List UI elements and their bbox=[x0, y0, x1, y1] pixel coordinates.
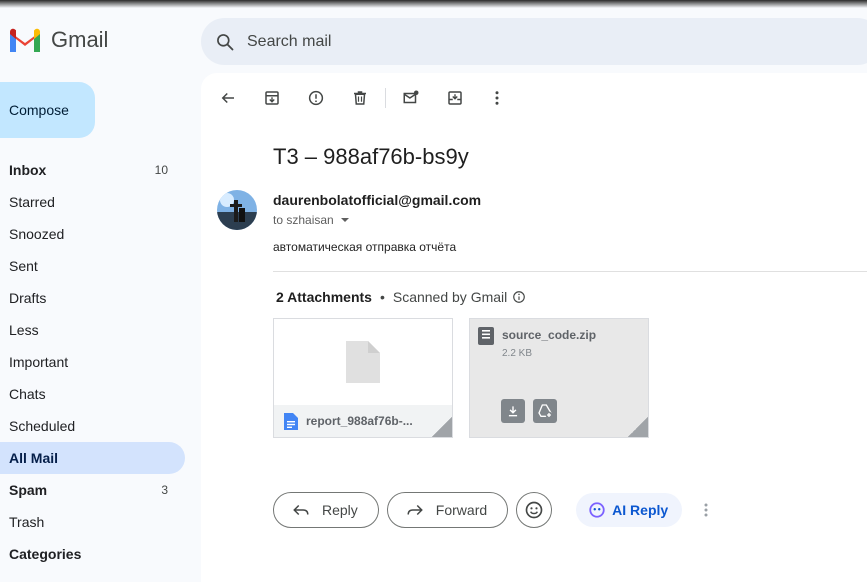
back-arrow-icon bbox=[221, 92, 234, 104]
email-subject: T3 – 988af76b-bs9y bbox=[273, 144, 469, 169]
separator-dot: • bbox=[379, 289, 385, 305]
reply-label: Reply bbox=[322, 502, 358, 518]
attachments-divider bbox=[273, 271, 867, 272]
more-options-button[interactable] bbox=[484, 85, 510, 111]
search-bar[interactable] bbox=[201, 18, 867, 65]
attachment-card-zip[interactable]: source_code.zip 2.2 KB bbox=[469, 318, 649, 438]
forward-icon bbox=[406, 503, 424, 517]
emoji-reaction-button[interactable] bbox=[516, 492, 553, 528]
attachment-name: report_988af76b-... bbox=[306, 414, 413, 428]
more-actions-button[interactable] bbox=[700, 498, 712, 522]
emoji-icon bbox=[525, 501, 543, 519]
sender-avatar[interactable] bbox=[217, 190, 257, 230]
search-icon[interactable] bbox=[213, 30, 237, 54]
attachments-count: 2 Attachments bbox=[276, 289, 372, 305]
reply-icon bbox=[292, 503, 310, 517]
scan-label: Scanned by Gmail bbox=[392, 289, 508, 305]
nav-item-scheduled[interactable]: Scheduled bbox=[0, 410, 185, 442]
compose-button[interactable]: Compose bbox=[0, 82, 95, 138]
docs-icon bbox=[284, 412, 298, 430]
delete-button[interactable] bbox=[347, 85, 373, 111]
report-spam-icon bbox=[308, 90, 324, 106]
add-to-drive-icon bbox=[538, 404, 553, 419]
ai-reply-button[interactable]: AI Reply bbox=[576, 493, 683, 527]
mark-unread-icon bbox=[403, 90, 419, 104]
chevron-down-icon[interactable] bbox=[340, 215, 350, 225]
nav-item-count: 3 bbox=[161, 483, 168, 497]
sender-email[interactable]: daurenbolatofficial@gmail.com bbox=[273, 192, 481, 208]
move-to-icon bbox=[448, 91, 462, 105]
toolbar-divider bbox=[385, 88, 386, 108]
nav-item-label: Drafts bbox=[9, 290, 47, 306]
download-button[interactable] bbox=[501, 399, 525, 423]
forward-label: Forward bbox=[435, 502, 488, 518]
message-toolbar bbox=[215, 85, 510, 111]
nav-item-categories[interactable]: Categories bbox=[0, 538, 185, 570]
more-vert-icon bbox=[495, 91, 499, 105]
nav-item-starred[interactable]: Starred bbox=[0, 186, 185, 218]
nav-item-label: All Mail bbox=[9, 450, 59, 466]
reply-button[interactable]: Reply bbox=[273, 492, 379, 528]
ai-reply-label: AI Reply bbox=[612, 502, 669, 518]
recipient-text: to szhaisan bbox=[273, 213, 334, 227]
sidebar-nav: Inbox 10 Starred Snoozed Sent Drafts Less Impor… bbox=[0, 154, 190, 570]
nav-item-label: Chats bbox=[9, 386, 46, 402]
nav-item-label: Spam bbox=[9, 482, 48, 498]
folded-corner bbox=[628, 417, 648, 437]
attachment-card-report[interactable]: report_988af76b-... bbox=[273, 318, 453, 438]
ai-reply-icon bbox=[588, 501, 606, 519]
report-spam-button[interactable] bbox=[303, 85, 329, 111]
gmail-wordmark: Gmail bbox=[51, 27, 109, 52]
nav-item-sent[interactable]: Sent bbox=[0, 250, 185, 282]
back-button[interactable] bbox=[215, 85, 241, 111]
folded-corner bbox=[432, 417, 452, 437]
more-vert-icon bbox=[704, 503, 708, 517]
file-placeholder-icon bbox=[346, 341, 380, 383]
gmail-m-icon bbox=[10, 28, 40, 52]
nav-item-label: Trash bbox=[9, 514, 45, 530]
info-icon[interactable] bbox=[512, 290, 526, 304]
nav-item-drafts[interactable]: Drafts bbox=[0, 282, 185, 314]
search-input[interactable] bbox=[247, 32, 647, 51]
attachment-preview bbox=[274, 319, 452, 405]
zip-file-icon bbox=[478, 327, 494, 350]
nav-item-inbox[interactable]: Inbox 10 bbox=[0, 154, 185, 186]
gmail-logo[interactable]: Gmail bbox=[8, 26, 108, 54]
nav-item-all-mail[interactable]: All Mail bbox=[0, 442, 185, 474]
add-to-drive-button[interactable] bbox=[533, 399, 557, 423]
nav-item-trash[interactable]: Trash bbox=[0, 506, 185, 538]
archive-button[interactable] bbox=[259, 85, 285, 111]
attachments-header: 2 Attachments • Scanned by Gmail bbox=[276, 289, 526, 305]
mark-unread-button[interactable] bbox=[398, 85, 424, 111]
archive-icon bbox=[265, 91, 279, 105]
window-top-strip bbox=[0, 0, 867, 8]
nav-item-less[interactable]: Less bbox=[0, 314, 185, 346]
nav-item-spam[interactable]: Spam 3 bbox=[0, 474, 185, 506]
attachment-name: source_code.zip bbox=[502, 328, 597, 342]
forward-button[interactable]: Forward bbox=[386, 492, 509, 528]
delete-icon bbox=[354, 91, 366, 105]
move-to-button[interactable] bbox=[442, 85, 468, 111]
nav-item-important[interactable]: Important bbox=[0, 346, 185, 378]
nav-item-count: 10 bbox=[154, 163, 168, 177]
nav-item-chats[interactable]: Chats bbox=[0, 378, 185, 410]
attachment-size: 2.2 KB bbox=[502, 348, 533, 359]
reply-actions: Reply Forward AI Reply bbox=[273, 492, 712, 528]
nav-item-label: Scheduled bbox=[9, 418, 76, 434]
nav-item-label: Less bbox=[9, 322, 39, 338]
nav-item-label: Starred bbox=[9, 194, 55, 210]
message-panel: T3 – 988af76b-bs9y daurenbolatofficial@g… bbox=[201, 73, 867, 582]
email-body: автоматическая отправка отчёта bbox=[273, 240, 457, 254]
toolbar-divider bbox=[245, 88, 255, 108]
download-icon bbox=[508, 406, 518, 417]
recipient-line[interactable]: to szhaisan bbox=[273, 213, 350, 227]
nav-item-label: Important bbox=[9, 354, 69, 370]
nav-item-label: Snoozed bbox=[9, 226, 65, 242]
nav-item-label: Inbox bbox=[9, 162, 47, 178]
nav-item-label: Categories bbox=[9, 546, 82, 562]
nav-item-snoozed[interactable]: Snoozed bbox=[0, 218, 185, 250]
attachment-footer: report_988af76b-... bbox=[274, 405, 452, 437]
nav-item-label: Sent bbox=[9, 258, 38, 274]
